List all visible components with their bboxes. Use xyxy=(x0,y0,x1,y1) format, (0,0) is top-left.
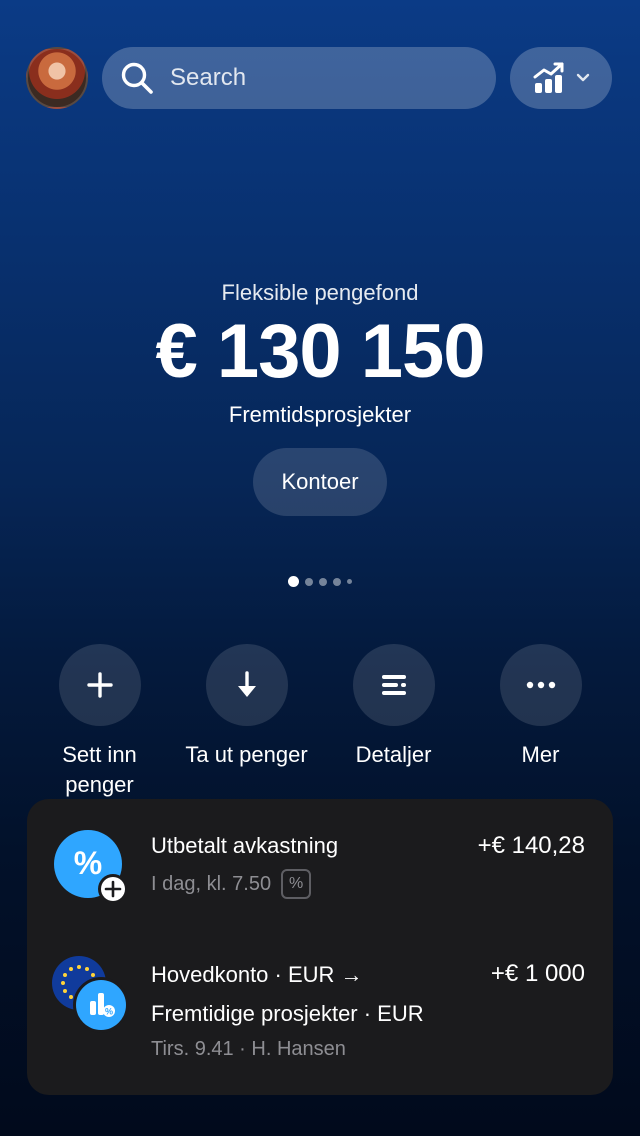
percent-icon: % xyxy=(54,830,128,904)
withdraw-button[interactable] xyxy=(205,644,288,726)
deposit-button[interactable] xyxy=(58,644,141,726)
details-label: Detaljer xyxy=(355,742,432,767)
interest-badge-icon: % xyxy=(281,869,312,899)
withdraw-label: Ta ut penger xyxy=(185,742,308,767)
withdraw-action[interactable]: Ta ut penger xyxy=(173,644,320,800)
quick-actions: Sett inn penger Ta ut penger Detaljer Me… xyxy=(26,644,614,800)
chevron-down-icon xyxy=(576,73,590,82)
balance-section: Fleksible pengefond € 130 150 Fremtidspr… xyxy=(0,280,640,516)
insights-button[interactable] xyxy=(510,47,612,109)
transaction-meta: I dag, kl. 7.50 % xyxy=(151,869,312,899)
details-action[interactable]: Detaljer xyxy=(320,644,467,800)
transaction-icon: % xyxy=(51,955,131,1035)
transactions-panel: % Utbetalt avkastning +€ 140,28 I dag, k… xyxy=(27,799,613,1095)
deposit-action[interactable]: Sett inn penger xyxy=(26,644,173,800)
more-action[interactable]: Mer xyxy=(467,644,614,800)
chart-trend-icon xyxy=(533,62,564,93)
page-dot xyxy=(305,577,313,586)
balance-amount: € 130 150 xyxy=(155,309,485,394)
transaction-title-from: Hovedkonto · EUR → xyxy=(151,962,363,987)
plus-icon xyxy=(86,672,113,698)
details-icon xyxy=(381,675,406,695)
transaction-title-to: Fremtidige prosjekter · EUR xyxy=(151,1001,424,1026)
transaction-amount: +€ 140,28 xyxy=(477,832,585,859)
transaction-row[interactable]: % Hovedkonto · EUR → Fremtidige prosjekt… xyxy=(27,939,613,1089)
deposit-label: Sett inn penger xyxy=(62,742,137,797)
page-indicator[interactable] xyxy=(0,576,640,587)
page-dot xyxy=(319,577,327,586)
transaction-amount: +€ 1 000 xyxy=(490,960,585,987)
page-dot xyxy=(288,576,299,587)
top-bar: Search xyxy=(26,47,614,109)
transaction-icon: % xyxy=(53,829,129,905)
search-icon xyxy=(121,62,153,94)
accounts-button[interactable]: Kontoer xyxy=(253,447,387,516)
account-type-label: Fleksible pengefond xyxy=(221,280,419,305)
more-label: Mer xyxy=(521,742,560,767)
more-icon xyxy=(526,681,555,689)
eu-flag-icon: % xyxy=(52,956,129,1033)
svg-text:%: % xyxy=(105,1007,113,1017)
search-bar[interactable]: Search xyxy=(102,47,496,109)
page-dot xyxy=(347,579,352,584)
page-dot xyxy=(333,577,341,586)
arrow-down-icon xyxy=(237,671,256,697)
transaction-time: I dag, kl. 7.50 xyxy=(151,872,272,895)
search-placeholder: Search xyxy=(170,64,247,91)
details-button[interactable] xyxy=(352,644,435,726)
account-name: Fremtidsprosjekter xyxy=(228,401,412,427)
transaction-time: Tirs. 9.41 · H. Hansen xyxy=(151,1038,346,1060)
more-button[interactable] xyxy=(499,644,582,726)
transaction-meta: Tirs. 9.41 · H. Hansen xyxy=(151,1038,346,1061)
svg-text:%: % xyxy=(74,845,102,881)
transaction-row[interactable]: % Utbetalt avkastning +€ 140,28 I dag, k… xyxy=(27,799,613,927)
transaction-title: Utbetalt avkastning xyxy=(151,833,339,858)
avatar[interactable] xyxy=(26,47,88,109)
